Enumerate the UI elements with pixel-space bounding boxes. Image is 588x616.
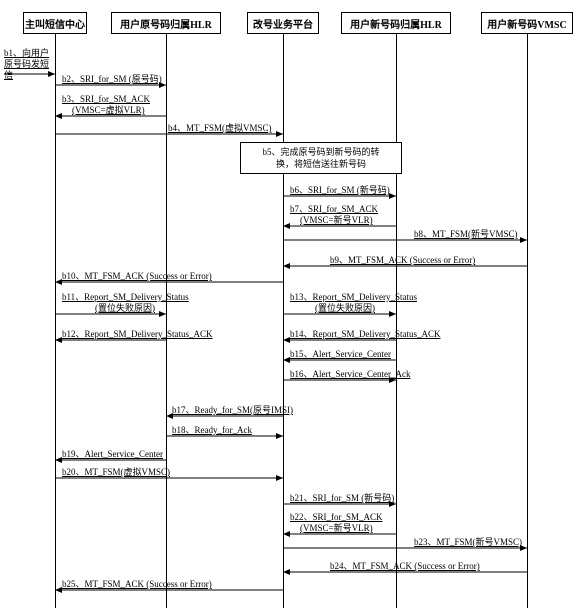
msg-b23: b23、MT_FSM(新号VMSC)	[414, 537, 522, 548]
arrows-layer	[0, 0, 588, 616]
msg-b18: b18、Ready_for_Ack	[172, 425, 252, 436]
msg-b2: b2、SRI_for_SM (原号码)	[62, 74, 162, 85]
msg-b11b: (置位失败原因)	[95, 303, 155, 314]
msg-b15: b15、Alert_Service_Center	[290, 349, 391, 360]
msg-b7b: (VMSC=新号VLR)	[300, 215, 373, 226]
msg-b13b: (置位失败原因)	[315, 303, 375, 314]
msg-b24: b24、MT_FSM_ACK (Success or Error)	[330, 561, 480, 572]
msg-b4: b4、MT_FSM(虚拟VMSC)	[168, 123, 272, 134]
msg-b7a: b7、SRI_for_SM_ACK	[290, 204, 378, 215]
msg-b21: b21、SRI_for_SM (新号码)	[290, 493, 394, 504]
msg-b19: b19、Alert_Service_Center	[62, 449, 163, 460]
msg-b9: b9、MT_FSM_ACK (Success or Error)	[330, 255, 475, 266]
msg-b3a: b3、SRI_for_SM_ACK	[62, 94, 150, 105]
msg-b22a: b22、SRI_for_SM_ACK	[290, 512, 383, 523]
msg-b6: b6、SRI_for_SM (新号码)	[290, 185, 390, 196]
msg-b12: b12、Report_SM_Delivery_Status_ACK	[62, 329, 213, 340]
msg-b11a: b11、Report_SM_Delivery_Status	[62, 292, 189, 303]
msg-b20: b20、MT_FSM(虚拟VMSC)	[62, 467, 170, 478]
msg-b17: b17、Ready_for_SM(原号IMSI)	[172, 405, 293, 416]
msg-b3b: (VMSC=虚拟VLR)	[72, 105, 145, 116]
msg-b14: b14、Report_SM_Delivery_Status_ACK	[290, 329, 441, 340]
msg-b8: b8、MT_FSM(新号VMSC)	[414, 229, 518, 240]
msg-b13a: b13、Report_SM_Delivery_Status	[290, 292, 417, 303]
msg-b16: b16、Alert_Service_Center_Ack	[290, 369, 410, 380]
note-b5: b5、完成原号码到新号码的转 换，将短信送往新号码	[240, 142, 402, 174]
msg-b22b: (VMSC=新号VLR)	[300, 523, 373, 534]
msg-b25: b25、MT_FSM_ACK (Success or Error)	[62, 579, 212, 590]
msg-b10: b10、MT_FSM_ACK (Success or Error)	[62, 271, 212, 282]
